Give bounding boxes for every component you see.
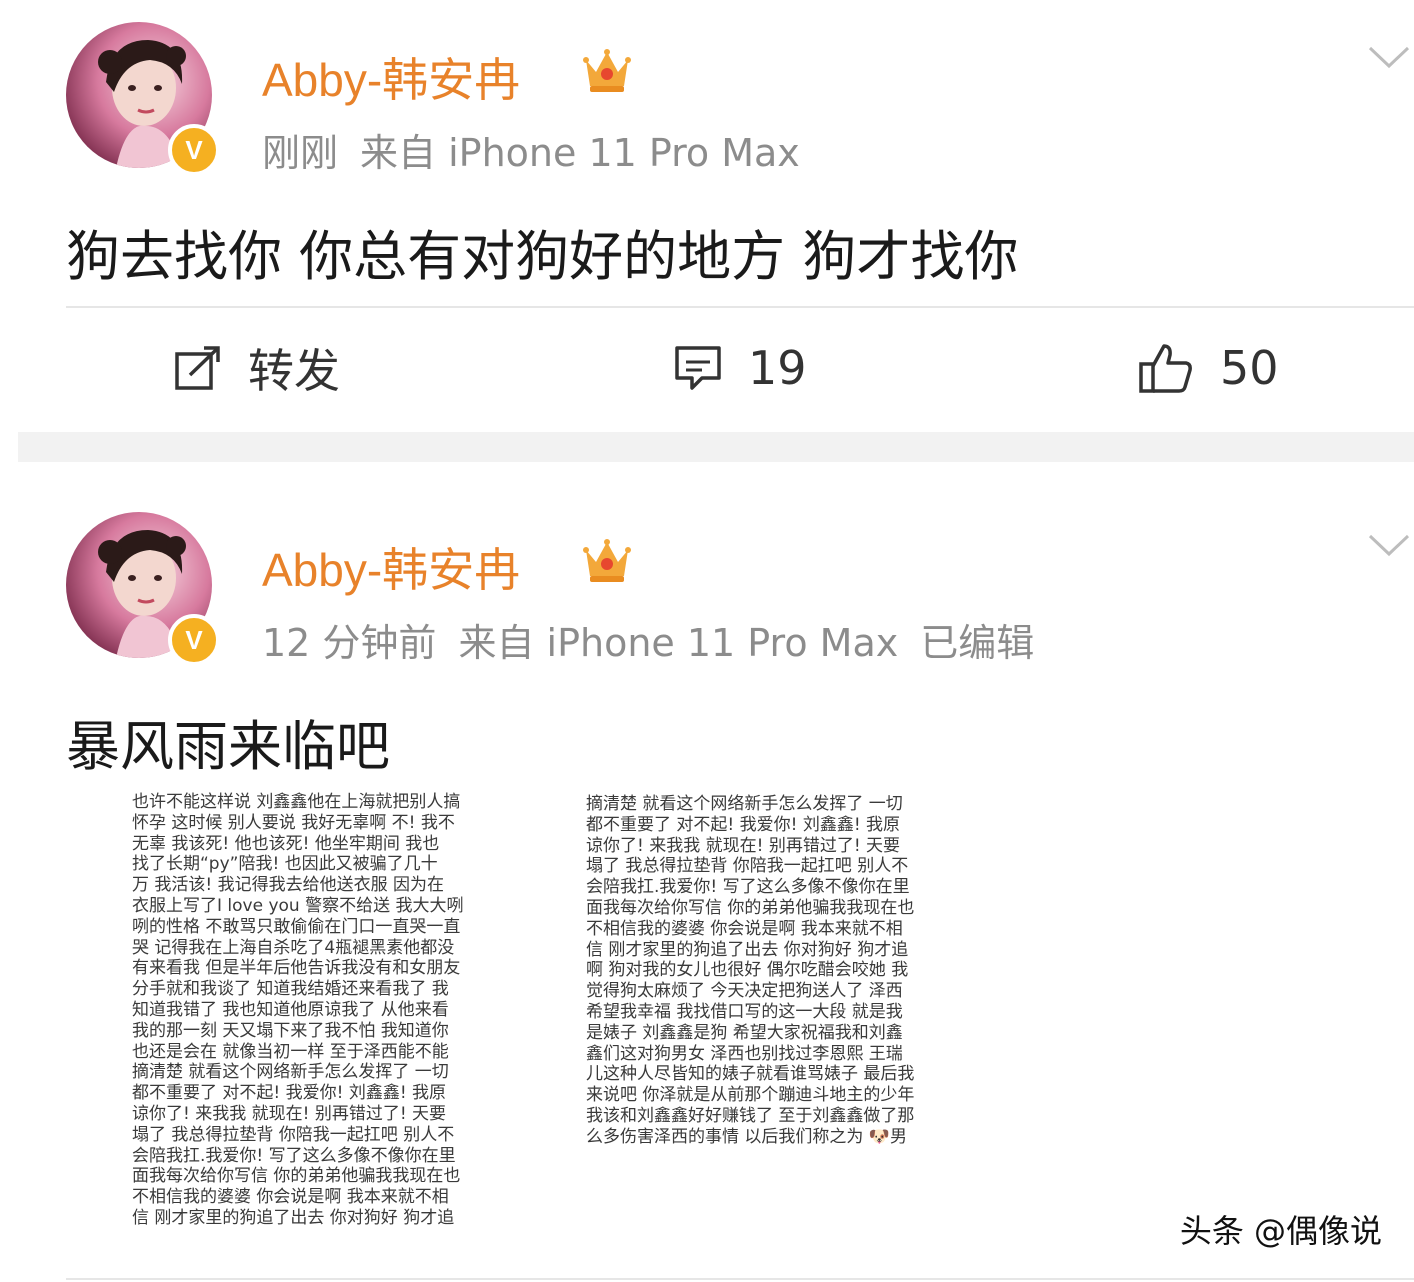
image-text-line: 也许不能这样说 刘鑫鑫他在上海就把别人搞 xyxy=(132,792,461,812)
verified-badge-icon: V xyxy=(168,614,220,666)
repost-icon xyxy=(175,346,220,390)
image-text-line: 儿这种人尽皆知的婊子就看谁骂婊子 最后我 xyxy=(586,1064,915,1085)
crown-icon xyxy=(583,49,631,92)
like-count: 50 xyxy=(1220,341,1279,395)
image-text-line: 面我每次给你写信 你的弟弟他骗我我现在也 xyxy=(132,1166,461,1187)
image-text-line: 找了长期“py”陪我! 也因此又被骗了几十 xyxy=(132,854,438,875)
image-text-line: 觉得狗太麻烦了 今天决定把狗送人了 泽西 xyxy=(586,981,903,1002)
image-text-line: 知道我错了 我也知道他原谅我了 从他来看 xyxy=(132,999,449,1020)
image-text-line: 来说吧 你泽就是从前那个蹦迪斗地主的少年 xyxy=(586,1085,915,1106)
attached-image-left[interactable]: 也许不能这样说 刘鑫鑫他在上海就把别人搞 怀孕 这时候 别人要说 我好无辜啊 不!… xyxy=(132,792,482,1236)
repost-button[interactable]: 转发 xyxy=(174,338,340,398)
image-text-line: 谅你了! 来我我 就现在! 别再错过了! 天要 xyxy=(132,1103,447,1124)
weibo-post-1: V Abby-韩安冉 刚刚 来自 iPhone 11 Pro Max 狗去找你 你… xyxy=(0,0,1414,432)
image-text-line: 咧的性格 不敢骂只敢偷偷在门口一直哭一直 xyxy=(132,916,461,937)
post-time: 12 分钟前 xyxy=(262,621,437,665)
watermark: 头条 @偶像说 xyxy=(1179,1212,1382,1250)
image-text-line: 哭 记得我在上海自杀吃了4瓶褪黑素他都没 xyxy=(132,937,455,958)
crown-icon xyxy=(583,539,631,582)
image-text-line: 塌了 我总得拉垫背 你陪我一起扛吧 别人不 xyxy=(586,856,909,877)
image-text-line: 信 刚才家里的狗追了出去 你对狗好 狗才追 xyxy=(132,1207,455,1228)
comment-button[interactable]: 19 xyxy=(674,338,807,398)
like-button[interactable]: 50 xyxy=(1138,338,1279,398)
image-text-line: 塌了 我总得拉垫背 你陪我一起扛吧 别人不 xyxy=(132,1124,455,1145)
verified-badge-icon: V xyxy=(168,124,220,176)
weibo-post-2: V Abby-韩安冉 12 分钟前 来自 iPhone 11 Pro Max 已编辑… xyxy=(0,462,1414,1282)
thumbs-up-icon xyxy=(1139,344,1192,393)
image-text-line: 谅你了! 来我我 就现在! 别再错过了! 天要 xyxy=(586,835,901,856)
image-text-line: 么多伤害泽西的事情 以后我们称之为 🐶男 xyxy=(586,1126,907,1144)
image-text-line: 无辜 我该死! 他也该死! 他坐牢期间 我也 xyxy=(132,833,440,854)
image-text-line: 都不重要了 对不起! 我爱你! 刘鑫鑫! 我原 xyxy=(586,814,901,835)
image-text-line: 会陪我扛.我爱你! 写了这么多像不像你在里 xyxy=(132,1145,456,1166)
image-text-line: 信 刚才家里的狗追了出去 你对狗好 狗才追 xyxy=(586,939,909,960)
edited-label: 已编辑 xyxy=(920,621,1035,665)
image-text-line: 万 我活该! 我记得我去给他送衣服 因为在 xyxy=(132,875,445,896)
divider xyxy=(66,1278,1414,1280)
author-name[interactable]: Abby-韩安冉 xyxy=(262,534,520,600)
image-text-line: 也还是会在 就像当初一样 至于泽西能不能 xyxy=(132,1041,449,1062)
image-text-line: 有来看我 但是半年后他告诉我没有和女朋友 xyxy=(132,958,461,979)
image-text-line: 我的那一刻 天又塌下来了我不怕 我知道你 xyxy=(132,1020,449,1041)
divider xyxy=(66,306,1414,308)
image-text-line: 都不重要了 对不起! 我爱你! 刘鑫鑫! 我原 xyxy=(132,1083,447,1104)
image-text-line: 摘清楚 就看这个网络新手怎么发挥了 一切 xyxy=(132,1062,449,1083)
image-text-line: 面我每次给你写信 你的弟弟他骗我我现在也 xyxy=(586,897,915,918)
image-text-line: 是婊子 刘鑫鑫是狗 希望大家祝福我和刘鑫 xyxy=(586,1022,903,1043)
image-text-line: 不相信我的婆婆 你会说是啊 我本来就不相 xyxy=(132,1187,449,1208)
chevron-down-icon[interactable] xyxy=(1366,42,1412,72)
image-text-line: 我该和刘鑫鑫好好赚钱了 至于刘鑫鑫做了那 xyxy=(586,1105,915,1126)
comment-icon xyxy=(675,346,721,390)
author-name[interactable]: Abby-韩安冉 xyxy=(262,44,520,110)
image-text-line: 鑫们这对狗男女 泽西也别找过李恩熙 王瑞 xyxy=(586,1043,903,1064)
attached-image-right[interactable]: 摘清楚 就看这个网络新手怎么发挥了 一切 都不重要了 对不起! 我爱你! 刘鑫鑫!… xyxy=(586,794,936,1144)
repost-label: 转发 xyxy=(248,344,340,398)
image-text-line: 希望我幸福 我找借口写的这一大段 就是我 xyxy=(586,1001,903,1022)
image-text-line: 摘清楚 就看这个网络新手怎么发挥了 一切 xyxy=(586,794,903,814)
image-text-line: 衣服上写了I love you 警察不给送 我大大咧 xyxy=(132,895,464,916)
post-meta: 12 分钟前 来自 iPhone 11 Pro Max 已编辑 xyxy=(262,612,1056,667)
post-source: 来自 iPhone 11 Pro Max xyxy=(360,131,800,175)
image-text-line: 会陪我扛.我爱你! 写了这么多像不像你在里 xyxy=(586,877,910,898)
chevron-down-icon[interactable] xyxy=(1366,530,1412,560)
post-separator xyxy=(18,432,1414,462)
image-text-line: 怀孕 这时候 别人要说 我好无辜啊 不! 我不 xyxy=(132,812,455,833)
post-meta: 刚刚 来自 iPhone 11 Pro Max xyxy=(262,122,822,177)
post-content: 狗去找你 你总有对狗好的地方 狗才找你 xyxy=(66,225,1019,288)
image-text-line: 啊 狗对我的女儿也很好 偶尔吃醋会咬她 我 xyxy=(586,960,909,981)
comment-count: 19 xyxy=(748,341,807,395)
image-text-line: 不相信我的婆婆 你会说是啊 我本来就不相 xyxy=(586,918,903,939)
image-text-line: 分手就和我谈了 知道我结婚还来看我了 我 xyxy=(132,979,449,1000)
post-content: 暴风雨来临吧 xyxy=(66,715,390,778)
post-source: 来自 iPhone 11 Pro Max xyxy=(458,621,899,665)
post-time: 刚刚 xyxy=(262,131,339,175)
